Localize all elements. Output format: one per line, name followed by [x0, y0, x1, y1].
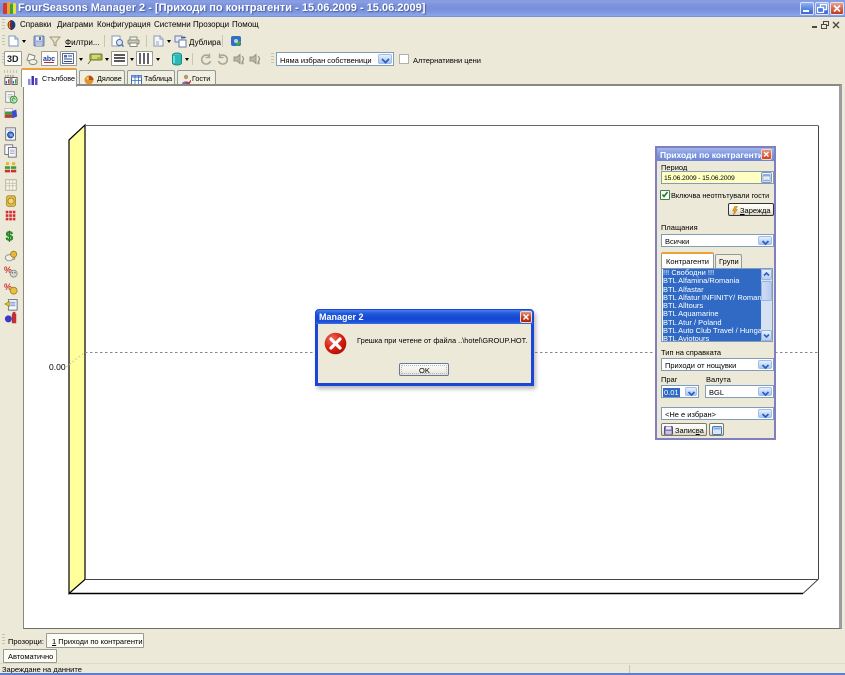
svg-text:0.00: 0.00: [49, 362, 66, 372]
svg-text:3D: 3D: [7, 54, 19, 63]
svg-text:12 13: 12 13: [5, 75, 14, 79]
svg-text:$: $: [6, 228, 14, 242]
svg-text:abc: abc: [43, 56, 55, 63]
svg-text:%: %: [9, 133, 13, 138]
